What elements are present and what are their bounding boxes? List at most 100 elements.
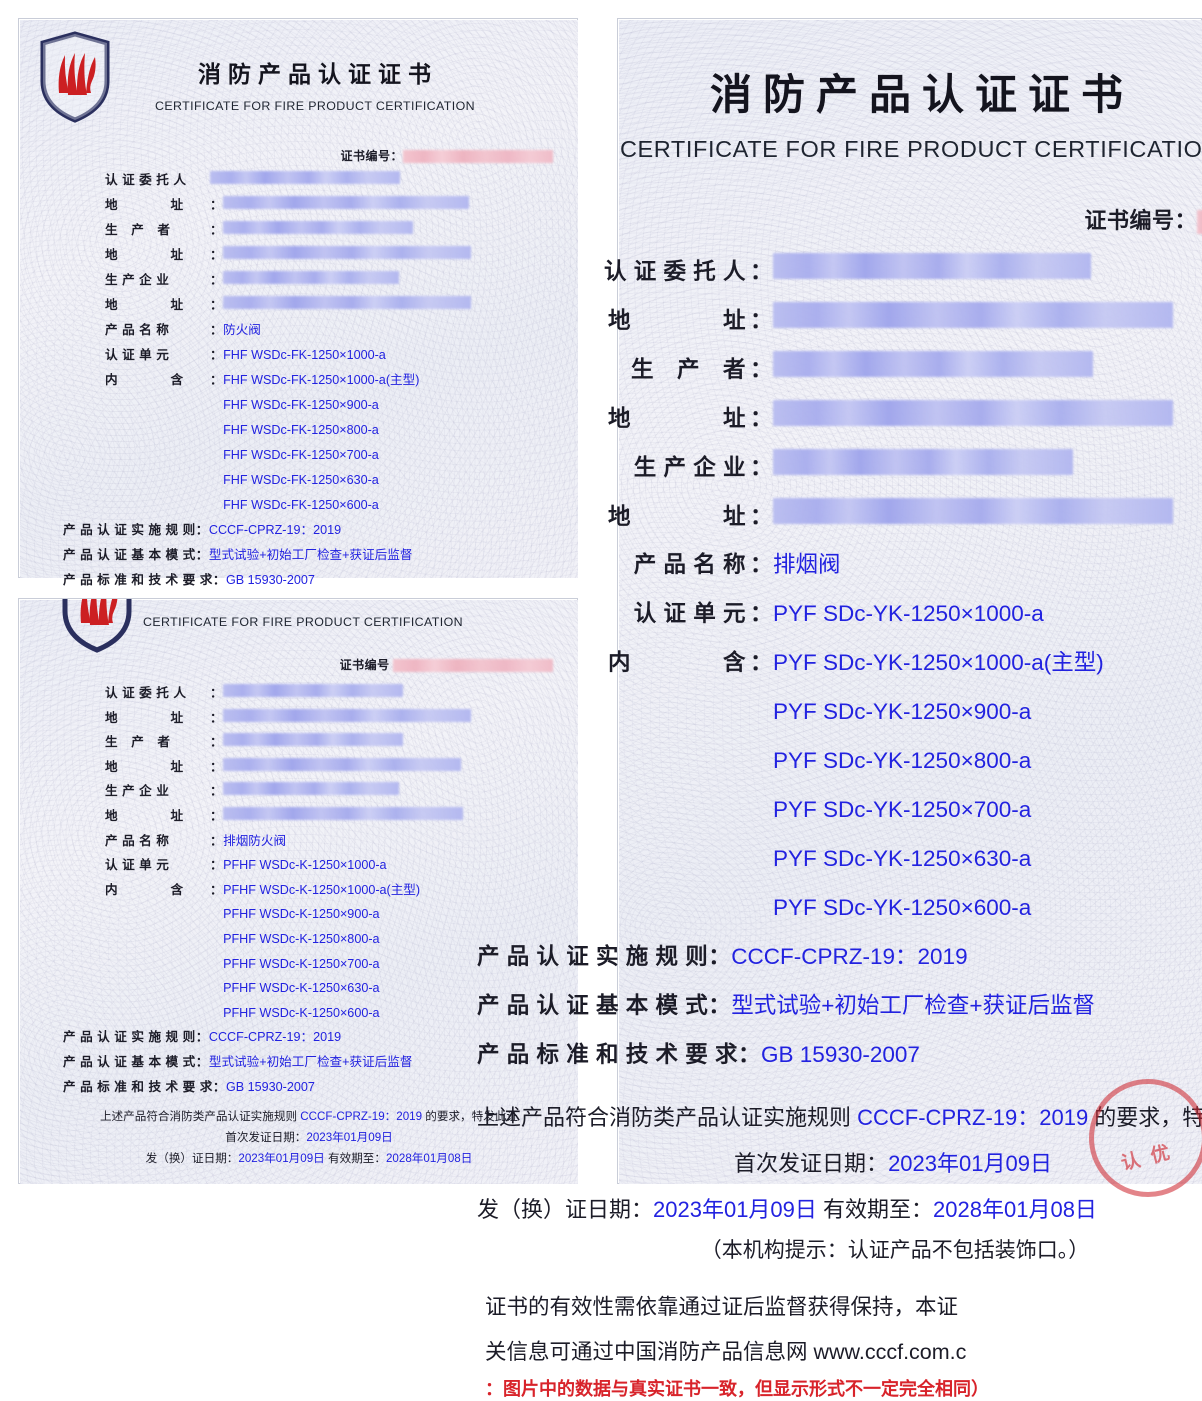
page-title-cn: 消防产品认证证书: [709, 71, 1134, 118]
field-manufacturer-address: 地 址：: [557, 400, 1202, 449]
field-label: 产 品 标 准 和 技 术 要 求: [63, 573, 213, 587]
redacted-address: [223, 708, 472, 722]
field-label: 认 证 单 元: [105, 858, 170, 873]
redacted-manufacturer: [223, 733, 404, 747]
field-factory: 生 产 企 业：: [105, 780, 575, 805]
field-applicant: 认 证 委 托 人：: [557, 253, 1202, 302]
field-label: 产 品 认 证 实 施 规 则: [63, 1030, 196, 1045]
model-item: PFHF WSDc-K-1250×900-a: [223, 907, 380, 922]
model-row: ：PYF SDc-YK-1250×700-a: [557, 792, 1202, 841]
colon: ：: [708, 944, 732, 969]
certificate-number-a: 证书编号：: [340, 147, 553, 164]
reissue-value: 2023年01月09日: [653, 1197, 817, 1222]
redacted-address: [223, 806, 464, 820]
field-label: 产 品 认 证 基 本 模 式: [477, 993, 709, 1018]
redacted-factory: [773, 449, 1074, 475]
redacted-certificate-number: [403, 150, 553, 164]
model-item: FHF WSDc-FK-1250×1000-a(主型): [223, 373, 420, 387]
product-name-value: 防火阀: [223, 323, 261, 337]
field-label: 生 产 企 业: [105, 273, 170, 287]
field-label: 生 产 者: [105, 735, 171, 750]
colon: ：: [210, 323, 224, 337]
field-factory: 生 产 企 业：: [105, 269, 575, 294]
valid-value: 2028年01月08日: [933, 1197, 1097, 1222]
model-item: FHF WSDc-FK-1250×900-a: [223, 398, 379, 412]
colon: ：: [195, 1054, 209, 1069]
reissue-date: 发（换）证日期：2023年01月09日 有效期至：2028年01月08日: [477, 1192, 1202, 1224]
model-item: PYF SDc-YK-1250×1000-a(主型): [773, 650, 1104, 675]
model-item: PYF SDc-YK-1250×600-a: [773, 895, 1032, 920]
colon: ：: [210, 348, 224, 362]
field-manufacturer: 生 产 者 ：: [105, 731, 575, 756]
redacted-address: [223, 757, 462, 771]
redacted-factory: [223, 782, 400, 796]
first-issue-label: 首次发证日期：: [225, 1131, 307, 1145]
field-mode: 产 品 认 证 基 本 模 式： 型式试验+初始工厂检查+获证后监督: [63, 544, 575, 569]
first-issue-value: 2023年01月09日: [306, 1131, 393, 1145]
redacted-certificate-number: [1197, 210, 1202, 235]
colon: ：: [212, 1079, 226, 1094]
colon: ：: [210, 710, 224, 725]
product-name-value: 排烟阀: [773, 552, 841, 577]
colon: ：: [210, 373, 224, 387]
redacted-address: [223, 296, 472, 309]
colon: ：: [210, 759, 224, 774]
redacted-certificate-number: [393, 659, 553, 673]
field-includes: 内 含 ： PFHF WSDc-K-1250×1000-a(主型): [105, 879, 575, 904]
field-label: 产 品 认 证 实 施 规 则: [63, 523, 196, 537]
field-includes: 内 含 ： FHF WSDc-FK-1250×1000-a(主型): [105, 369, 575, 394]
reissue-value: 2023年01月09日: [238, 1152, 325, 1166]
colon: ：: [195, 548, 209, 562]
field-cert-unit: 认 证 单 元 ： PFHF WSDc-K-1250×1000-a: [105, 854, 575, 879]
fire-damper-certificate: 消防产品认证证书 CERTIFICATE FOR FIRE PRODUCT CE…: [18, 18, 578, 587]
field-label: 地 址: [105, 298, 184, 312]
field-cert-unit: 认 证 单 元 ： FHF WSDc-FK-1250×1000-a: [105, 344, 575, 369]
field-manufacturer-address: 地 址：: [105, 244, 575, 269]
model-row: ：PYF SDc-YK-1250×800-a: [557, 743, 1202, 792]
redacted-address: [223, 246, 472, 259]
colon: ：: [750, 406, 774, 431]
model-row: ：FHF WSDc-FK-1250×630-a: [105, 469, 575, 494]
standard-value: GB 15930-2007: [761, 1042, 920, 1067]
field-manufacturer: 生 产 者 ：: [105, 219, 575, 244]
model-item: PFHF WSDc-K-1250×800-a: [223, 931, 380, 946]
reissue-date: 发（换）证日期：2023年01月09日 有效期至：2028年01月08日: [43, 1150, 575, 1166]
field-standard: 产 品 标 准 和 技 术 要 求： GB 15930-2007: [477, 1037, 1202, 1086]
model-item: PYF SDc-YK-1250×700-a: [773, 797, 1032, 822]
colon: ：: [750, 259, 774, 284]
model-row: ：FHF WSDc-FK-1250×700-a: [105, 444, 575, 469]
conformity-rule: CCCF-CPRZ-19：2019: [300, 1110, 423, 1124]
field-rule: 产 品 认 证 实 施 规 则： CCCF-CPRZ-19：2019: [477, 939, 1202, 988]
field-label: 地 址: [105, 808, 184, 823]
field-label: 产 品 标 准 和 技 术 要 求: [477, 1042, 739, 1067]
field-label: 认 证 单 元: [633, 601, 746, 626]
field-label: 产 品 名 称: [105, 833, 170, 848]
colon: ：: [210, 298, 224, 312]
redacted-manufacturer: [223, 221, 414, 234]
conformity-prefix: 上述产品符合消防类产品认证实施规则: [477, 1105, 858, 1130]
validity-legal-line-1: 证书的有效性需依靠通过证后监督获得保持，本证: [485, 1295, 959, 1319]
certificate-content-c: 消防产品认证证书 CERTIFICATE FOR FIRE PRODUCT CE…: [477, 19, 1202, 1401]
field-factory: 生 产 企 业：: [557, 449, 1202, 498]
redacted-address: [773, 400, 1174, 426]
field-product-name: 产 品 名 称 ： 排烟防火阀: [105, 830, 575, 855]
certificate-number-label: 证书编号: [339, 658, 390, 672]
model-item: FHF WSDc-FK-1250×630-a: [223, 473, 379, 487]
field-label: 产 品 名 称: [105, 323, 170, 337]
field-label: 内 含: [105, 373, 184, 387]
field-label: 产 品 认 证 基 本 模 式: [63, 1054, 196, 1069]
fields-b: 认 证 委 托 人 ： 地 址 ： 生 产 者 ： 地 址 ： 生 产 企 业 ： 地 址…: [63, 682, 575, 1166]
product-name-value: 排烟防火阀: [223, 833, 287, 848]
colon: ：: [210, 808, 224, 823]
colon: ：: [210, 198, 224, 212]
certificate-number-c: 证书编号：: [543, 203, 1202, 235]
colon: ：: [750, 650, 774, 675]
rule-value: CCCF-CPRZ-19：2019: [731, 944, 968, 969]
colon: ：: [210, 784, 224, 799]
field-label: 产 品 认 证 基 本 模 式: [63, 548, 196, 562]
field-label: 生 产 者: [105, 223, 171, 237]
model-item: PYF SDc-YK-1250×630-a: [773, 846, 1032, 871]
colon: ：: [210, 882, 224, 897]
colon: ：: [195, 1030, 209, 1045]
model-item: FHF WSDc-FK-1250×800-a: [223, 423, 379, 437]
